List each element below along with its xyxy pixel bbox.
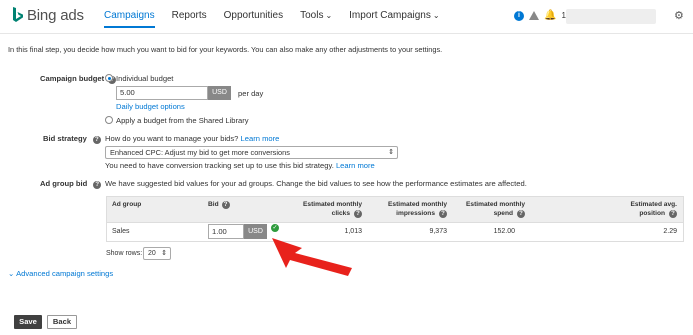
help-icon[interactable]: ? xyxy=(517,210,525,218)
budget-currency: USD xyxy=(208,86,231,100)
account-selector[interactable] xyxy=(566,9,656,24)
daily-budget-options-link[interactable]: Daily budget options xyxy=(116,102,185,111)
per-day-label: per day xyxy=(238,89,264,98)
nav-import-campaigns[interactable]: Import Campaigns ⌄ xyxy=(349,10,439,21)
col-spend-l2-text: spend xyxy=(493,210,513,217)
chevron-down-icon: ⌄ xyxy=(8,269,15,278)
col-clicks-l2[interactable]: clicks? xyxy=(289,210,362,218)
budget-amount-input[interactable]: 5.00 xyxy=(116,86,208,100)
show-rows-select[interactable]: 20 ⇕ xyxy=(143,247,171,260)
col-position-l2[interactable]: position? xyxy=(527,210,677,218)
col-spend-l2[interactable]: spend? xyxy=(449,210,525,218)
col-spend-l1: Estimated monthly xyxy=(466,201,525,208)
nav-opportunities[interactable]: Opportunities xyxy=(224,10,283,21)
col-position-l1: Estimated avg. xyxy=(630,201,677,208)
cell-ad-group: Sales xyxy=(112,228,130,235)
individual-budget-label: Individual budget xyxy=(116,74,174,83)
bid-strategy-label: Bid strategy? xyxy=(43,134,101,144)
help-icon[interactable]: ? xyxy=(221,201,230,209)
back-button[interactable]: Back xyxy=(47,315,77,329)
ad-group-bid-table: Ad group Bid? Estimated monthly clicks? … xyxy=(106,196,684,242)
cell-impressions: 9,373 xyxy=(429,228,447,235)
col-position-l2-text: position xyxy=(639,210,665,217)
col-clicks-l1: Estimated monthly xyxy=(303,201,362,208)
help-icon[interactable]: ? xyxy=(93,181,102,189)
cell-position: 2.29 xyxy=(663,228,677,235)
help-icon[interactable]: ? xyxy=(354,210,362,218)
bid-strategy-selected: Enhanced CPC: Adjust my bid to get more … xyxy=(110,148,290,157)
chevron-down-icon: ⌄ xyxy=(432,11,440,20)
cell-clicks: 1,013 xyxy=(344,228,362,235)
main-nav: Campaigns Reports Opportunities Tools ⌄ I… xyxy=(104,10,457,28)
checkmark-icon: ✓ xyxy=(271,224,279,232)
learn-more-link[interactable]: Learn more xyxy=(241,134,280,143)
bell-icon[interactable]: 🔔 xyxy=(544,10,556,21)
bing-ads-logo[interactable]: Bing ads xyxy=(12,7,84,24)
intro-text: In this final step, you decide how much … xyxy=(8,45,443,54)
ad-group-bid-label: Ad group bid? xyxy=(40,179,102,189)
nav-campaigns[interactable]: Campaigns xyxy=(104,10,155,28)
bid-strategy-text: Bid strategy xyxy=(43,134,87,143)
bid-strategy-select[interactable]: Enhanced CPC: Adjust my bid to get more … xyxy=(105,146,398,159)
individual-budget-radio[interactable] xyxy=(105,74,113,82)
advanced-settings-toggle[interactable]: ⌄ Advanced campaign settings xyxy=(8,269,113,278)
nav-tools[interactable]: Tools ⌄ xyxy=(300,10,332,21)
shared-budget-radio[interactable] xyxy=(105,116,113,124)
show-rows-value: 20 xyxy=(148,250,156,257)
save-button[interactable]: Save xyxy=(14,315,42,329)
col-bid-text: Bid xyxy=(208,201,219,208)
bid-input[interactable]: 1.00 xyxy=(208,224,244,239)
help-icon[interactable]: ? xyxy=(669,210,677,218)
select-arrows-icon: ⇕ xyxy=(388,149,394,156)
cell-spend: 152.00 xyxy=(493,228,515,235)
col-ad-group[interactable]: Ad group xyxy=(112,201,141,208)
chevron-down-icon: ⌄ xyxy=(325,11,333,20)
bid-strategy-question: How do you want to manage your bids? Lea… xyxy=(105,134,279,143)
nav-tools-label: Tools xyxy=(300,10,324,21)
conversion-learn-more-link[interactable]: Learn more xyxy=(336,161,375,170)
ad-group-bid-text: Ad group bid xyxy=(40,179,88,188)
campaign-budget-text: Campaign budget xyxy=(40,74,105,83)
top-icons: i 🔔 1 xyxy=(514,10,566,21)
ad-group-bid-description: We have suggested bid values for your ad… xyxy=(105,179,527,188)
help-icon[interactable]: ? xyxy=(92,136,101,144)
red-arrow-icon xyxy=(272,238,352,276)
top-navigation-bar: Bing ads Campaigns Reports Opportunities… xyxy=(0,0,693,34)
show-rows-label: Show rows: xyxy=(106,250,143,257)
gear-icon[interactable]: ⚙ xyxy=(674,9,684,22)
table-header: Ad group Bid? Estimated monthly clicks? … xyxy=(107,197,683,223)
nav-reports[interactable]: Reports xyxy=(172,10,207,21)
warning-icon[interactable] xyxy=(529,11,539,20)
conversion-note: You need to have conversion tracking set… xyxy=(105,161,375,170)
conversion-note-text: You need to have conversion tracking set… xyxy=(105,161,334,170)
help-icon[interactable]: ? xyxy=(439,210,447,218)
advanced-settings-label: Advanced campaign settings xyxy=(16,269,114,278)
bing-logo-icon xyxy=(13,7,23,22)
brand-name: Bing ads xyxy=(27,7,84,24)
col-bid[interactable]: Bid? xyxy=(208,201,230,209)
col-impressions-l2[interactable]: impressions? xyxy=(371,210,447,218)
bid-strategy-question-text: How do you want to manage your bids? xyxy=(105,134,239,143)
bid-currency: USD xyxy=(244,224,267,239)
nav-import-label: Import Campaigns xyxy=(349,10,431,21)
col-impressions-l1: Estimated monthly xyxy=(388,201,447,208)
col-impressions-l2-text: impressions xyxy=(396,210,435,217)
col-clicks-l2-text: clicks xyxy=(331,210,350,217)
select-arrows-icon: ⇕ xyxy=(161,250,167,257)
shared-budget-label: Apply a budget from the Shared Library xyxy=(116,116,249,125)
info-icon[interactable]: i xyxy=(514,10,524,21)
